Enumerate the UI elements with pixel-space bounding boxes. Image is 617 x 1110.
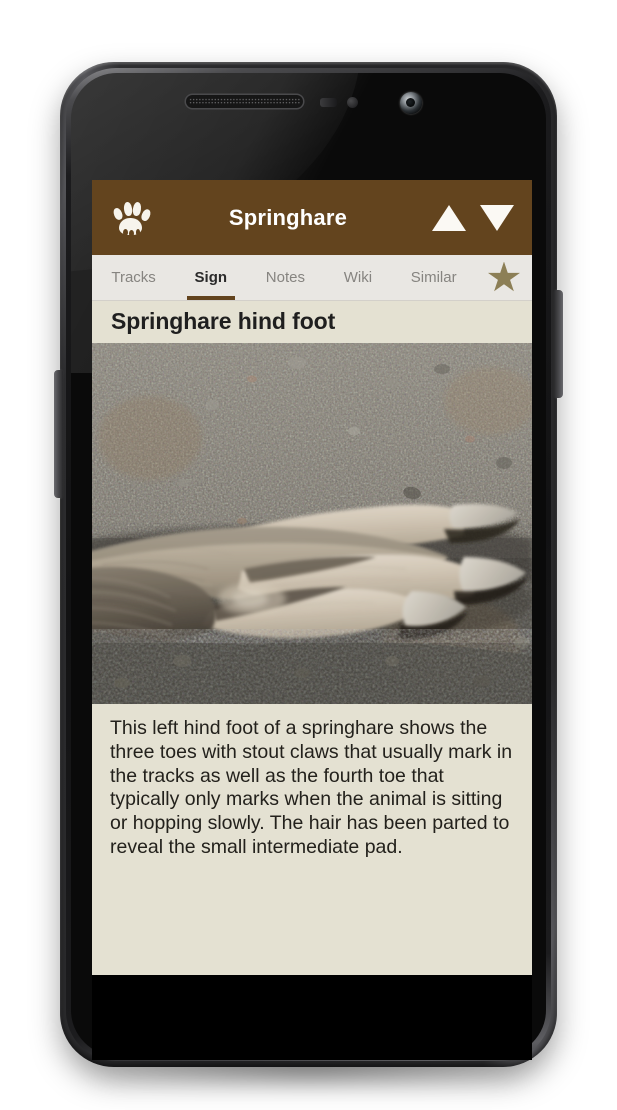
ambient-light-sensor xyxy=(347,97,358,108)
front-camera xyxy=(400,92,422,114)
tab-tracks[interactable]: Tracks xyxy=(92,255,175,300)
paw-pad-notch xyxy=(129,230,134,237)
paw-pad-notch xyxy=(135,229,140,236)
navigation-arrows xyxy=(432,204,514,231)
paw-toe xyxy=(122,201,133,216)
app-screen: Springhare Tracks Sign Notes Wiki Simila… xyxy=(92,180,532,975)
favorite-star-button[interactable] xyxy=(476,255,532,300)
tab-bar: Tracks Sign Notes Wiki Similar xyxy=(92,255,532,301)
screenshot-stage: Springhare Tracks Sign Notes Wiki Simila… xyxy=(0,0,617,1110)
springhare-foot-photograph xyxy=(92,343,532,704)
triangle-up-icon[interactable] xyxy=(432,204,466,231)
content-body-text: This left hind foot of a springhare show… xyxy=(110,717,513,858)
power-button[interactable] xyxy=(554,290,563,398)
paw-toe xyxy=(112,206,124,221)
paw-toe xyxy=(132,201,142,216)
paw-print-icon[interactable] xyxy=(110,198,152,238)
star-icon xyxy=(487,261,520,292)
sign-photo[interactable] xyxy=(92,343,532,704)
proximity-sensor xyxy=(320,98,337,107)
earpiece-speaker xyxy=(186,95,303,108)
page-title: Springhare xyxy=(228,204,348,230)
volume-rocker-button[interactable] xyxy=(54,370,63,498)
tab-wiki[interactable]: Wiki xyxy=(324,255,391,300)
screen-black-area xyxy=(92,975,532,1060)
content-heading: Springhare hind foot xyxy=(111,308,336,334)
paw-toe xyxy=(139,207,152,222)
tab-sign[interactable]: Sign xyxy=(175,255,246,300)
action-bar: Springhare xyxy=(92,180,532,255)
paw-pad-notch xyxy=(122,229,128,236)
tab-similar[interactable]: Similar xyxy=(391,255,476,300)
tab-notes[interactable]: Notes xyxy=(246,255,324,300)
content-heading-bar: Springhare hind foot xyxy=(92,301,532,343)
triangle-down-icon[interactable] xyxy=(480,204,514,231)
